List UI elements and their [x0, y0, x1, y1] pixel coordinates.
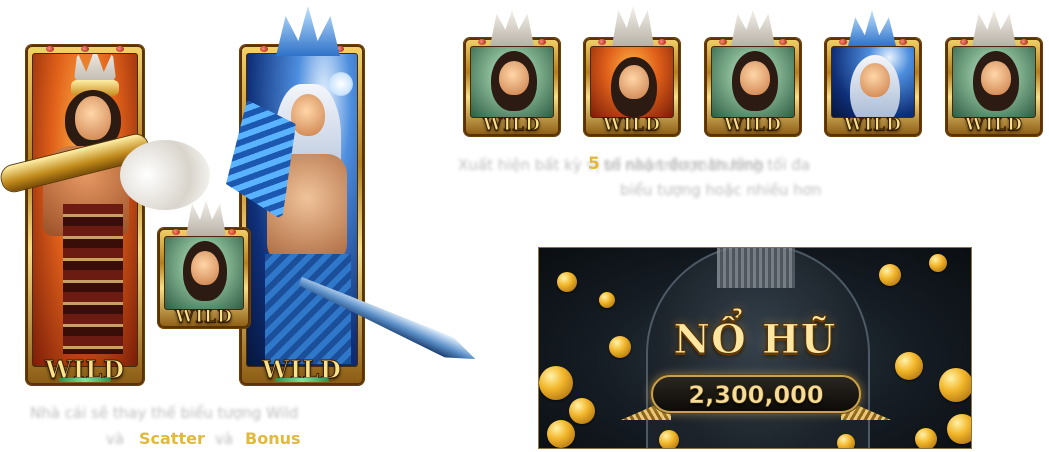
coin-icon	[539, 366, 573, 400]
row-wild-symbol-4: WILD	[825, 38, 921, 136]
jackpot-amount: 2,300,000	[688, 381, 824, 410]
plume-icon	[731, 10, 775, 46]
ice-crown-icon	[848, 10, 896, 46]
row-wild-symbol-2: WILD	[584, 38, 680, 136]
wild-label: WILD	[603, 115, 661, 136]
wild-label: WILD	[724, 115, 782, 136]
wild-label: WILD	[844, 115, 902, 136]
ice-warrior-portrait	[246, 53, 358, 367]
coin-icon	[569, 398, 595, 424]
jackpot-banner: NỔ HŨ 2,300,000	[538, 247, 972, 449]
coin-icon	[915, 428, 937, 448]
bonus-highlight: Bonus	[245, 429, 301, 448]
coin-icon	[947, 414, 971, 444]
plume-icon	[186, 200, 226, 236]
coin-icon	[557, 272, 577, 292]
scatter-highlight: Scatter	[139, 429, 205, 448]
energy-bar	[274, 378, 330, 382]
plume-icon	[612, 6, 654, 46]
jackpot-title: NỔ HŨ	[673, 316, 837, 364]
coin-icon	[929, 254, 947, 272]
plume-icon	[972, 10, 1016, 46]
wild-label: WILD	[965, 115, 1023, 136]
plume-icon	[490, 10, 534, 46]
wild-label: WILD	[483, 115, 541, 136]
left-caption-pre: và	[106, 430, 125, 448]
ice-warrior-wild-symbol: WILD	[240, 45, 364, 385]
left-caption-mid: và	[215, 430, 234, 448]
highlight-number: 5	[588, 154, 600, 174]
maiden-portrait	[164, 236, 244, 310]
wild-label: WILD	[175, 307, 233, 328]
coin-icon	[547, 420, 575, 448]
banner-pillar	[717, 248, 795, 288]
row-wild-symbol-1: WILD	[464, 38, 560, 136]
row-wild-symbol-3: WILD	[705, 38, 801, 136]
coin-icon	[599, 292, 615, 308]
left-caption-line1: Nhà cái sẽ thay thế biểu tượng Wild	[30, 404, 299, 422]
right-caption-line1b: sẽ nhận được thưởng tối đa	[604, 156, 811, 174]
small-wild-symbol: WILD	[158, 228, 250, 328]
coin-icon	[659, 430, 679, 448]
warrior-wild-symbol: WILD	[26, 45, 144, 385]
feather-fan-icon	[120, 140, 210, 210]
jackpot-amount-box: 2,300,000	[651, 375, 861, 413]
warrior-portrait	[32, 53, 138, 367]
coin-icon	[837, 434, 855, 448]
ice-crown-icon	[276, 6, 340, 56]
energy-bar	[59, 378, 111, 382]
right-caption-line2: biểu tượng hoặc nhiều hơn	[620, 181, 822, 199]
coin-icon	[879, 264, 901, 286]
coin-icon	[939, 368, 971, 402]
row-wild-symbol-5: WILD	[946, 38, 1042, 136]
